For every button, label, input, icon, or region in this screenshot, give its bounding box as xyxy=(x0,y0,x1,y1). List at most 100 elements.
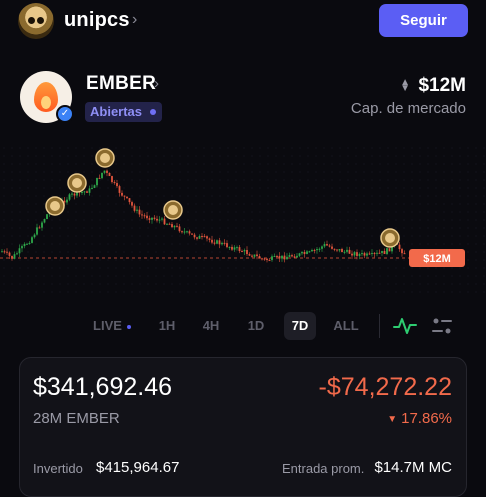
flame-inner-icon xyxy=(41,96,51,109)
candle xyxy=(338,248,341,251)
candle xyxy=(326,244,328,246)
candle xyxy=(361,253,363,255)
candle xyxy=(263,258,266,260)
candle xyxy=(36,227,38,235)
line-chart-icon[interactable] xyxy=(393,316,417,336)
candle xyxy=(216,240,218,244)
candle xyxy=(188,231,191,234)
candle xyxy=(118,186,121,193)
candle xyxy=(331,246,333,249)
candle xyxy=(161,218,163,220)
candle xyxy=(171,224,173,228)
candle xyxy=(233,247,236,250)
pnl-percent: ▼ 17.86% xyxy=(387,410,452,427)
trader-avatar-marker xyxy=(45,196,65,216)
candle xyxy=(86,191,88,193)
candle xyxy=(291,255,293,257)
status-badge: Abiertas xyxy=(85,102,163,122)
candle xyxy=(288,255,291,257)
candle xyxy=(351,253,353,256)
candle xyxy=(401,249,403,254)
candle xyxy=(113,182,116,184)
candle xyxy=(156,218,158,221)
trade-markers xyxy=(45,148,400,248)
candle xyxy=(383,250,386,254)
candle xyxy=(378,252,381,254)
candle xyxy=(306,251,308,254)
candle xyxy=(221,242,223,245)
tab-live[interactable]: LIVE xyxy=(88,312,136,340)
candle xyxy=(141,214,143,216)
avg-entry-value: $14.7M MC xyxy=(374,459,452,476)
candle xyxy=(318,248,321,250)
candle xyxy=(253,254,256,257)
candle xyxy=(268,260,271,262)
candle xyxy=(71,193,73,195)
candle xyxy=(33,234,36,238)
candle xyxy=(358,253,361,256)
candle xyxy=(226,243,228,248)
tab-7d[interactable]: 7D xyxy=(284,312,316,340)
candle xyxy=(201,235,203,237)
tab-1d[interactable]: 1D xyxy=(239,312,273,340)
candle xyxy=(373,252,376,254)
candle xyxy=(353,252,356,256)
pnl-value: -$74,272.22 xyxy=(318,373,452,401)
candle xyxy=(131,202,133,206)
candle xyxy=(126,196,128,199)
candle xyxy=(106,170,108,173)
token-holding: 28M EMBER xyxy=(33,410,120,427)
candle xyxy=(136,209,138,211)
follow-button[interactable]: Seguir xyxy=(379,4,468,37)
timeframe-selector: LIVE 1H 4H 1D 7D ALL xyxy=(0,312,486,342)
candle xyxy=(166,223,168,225)
candle xyxy=(28,242,31,244)
tab-4h[interactable]: 4H xyxy=(194,312,228,340)
candle xyxy=(116,183,118,187)
candle xyxy=(173,225,176,228)
candle xyxy=(328,245,331,247)
candle xyxy=(278,256,281,259)
candle xyxy=(236,247,238,249)
candle xyxy=(218,240,221,245)
candle xyxy=(208,238,211,240)
candle xyxy=(371,252,373,254)
candle xyxy=(13,254,16,259)
live-dot-icon xyxy=(126,324,131,329)
chevron-right-icon[interactable]: › xyxy=(132,11,137,29)
token-name[interactable]: EMBER xyxy=(86,73,156,95)
candle xyxy=(81,192,83,194)
candle xyxy=(308,251,311,253)
trader-avatar-marker xyxy=(163,200,183,220)
candle xyxy=(191,233,193,235)
candle xyxy=(108,172,111,177)
candle xyxy=(198,235,201,239)
trader-avatar-marker xyxy=(380,228,400,248)
chevron-right-icon[interactable]: › xyxy=(154,75,159,92)
candle xyxy=(26,243,28,245)
username[interactable]: unipcs xyxy=(64,9,130,32)
tab-1h[interactable]: 1H xyxy=(150,312,184,340)
user-avatar[interactable] xyxy=(18,3,54,39)
candle xyxy=(388,248,391,252)
candle xyxy=(403,253,406,255)
candle xyxy=(203,236,206,238)
sort-arrows-icon[interactable]: ▲ ▼ xyxy=(400,78,410,94)
candle xyxy=(398,244,401,250)
candle xyxy=(128,198,131,203)
price-chart[interactable]: $12M xyxy=(0,140,486,300)
candle xyxy=(21,246,23,249)
tab-all[interactable]: ALL xyxy=(328,312,364,340)
settings-sliders-icon[interactable] xyxy=(431,316,453,336)
candle xyxy=(193,234,196,238)
candle xyxy=(8,252,11,256)
candle xyxy=(223,242,226,244)
candle xyxy=(363,253,366,256)
candle xyxy=(16,253,18,255)
candle xyxy=(178,226,181,232)
candle xyxy=(321,246,323,249)
candle xyxy=(96,177,98,186)
candle xyxy=(103,170,106,173)
candle xyxy=(43,219,46,223)
market-cap-value[interactable]: $12M xyxy=(418,75,466,97)
